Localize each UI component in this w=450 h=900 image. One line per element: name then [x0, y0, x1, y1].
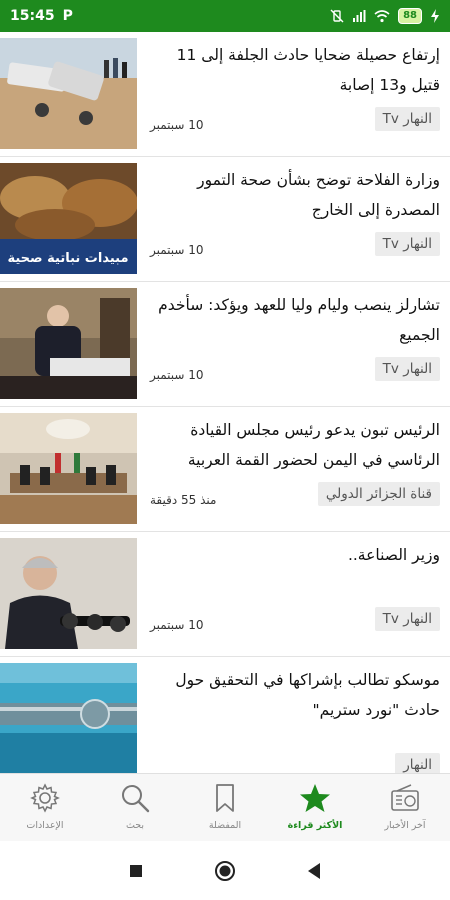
news-item[interactable]: مبيدات نباتية صحية وزارة الفلاحة توضح بش… — [0, 157, 450, 282]
news-date: منذ 55 دقيقة — [150, 493, 217, 507]
wifi-icon — [374, 10, 390, 23]
news-source-badge[interactable]: النهار — [395, 753, 440, 773]
star-icon — [300, 784, 330, 812]
nav-latest-news[interactable]: آخر الأخبار — [360, 774, 450, 841]
vibrate-icon — [330, 9, 344, 23]
news-headline[interactable]: إرتفاع حصيلة ضحايا حادث الجلفة إلى 11 قت… — [148, 40, 440, 100]
radio-icon — [391, 784, 419, 811]
recents-icon[interactable] — [128, 863, 144, 879]
news-feed[interactable]: إرتفاع حصيلة ضحايا حادث الجلفة إلى 11 قت… — [0, 32, 450, 773]
news-item[interactable]: تشارلز ينصب وليام وليا للعهد ويؤكد: سأخد… — [0, 282, 450, 407]
news-thumbnail — [0, 38, 137, 149]
news-headline[interactable]: موسكو تطالب بإشراكها في التحقيق حول حادث… — [148, 665, 440, 725]
status-icons: 88 — [330, 8, 440, 24]
nav-favorites[interactable]: المفضلة — [180, 774, 270, 841]
nav-search-label: بحث — [125, 820, 145, 831]
gear-icon — [30, 783, 60, 813]
news-headline[interactable]: وزارة الفلاحة توضح بشأن صحة التمور المصد… — [148, 165, 440, 225]
news-item[interactable]: موسكو تطالب بإشراكها في التحقيق حول حادث… — [0, 657, 450, 773]
news-source-badge[interactable]: النهار Tv — [374, 607, 440, 631]
news-thumbnail — [0, 413, 137, 524]
news-headline[interactable]: الرئيس تبون يدعو رئيس مجلس القيادة الرئا… — [148, 415, 440, 475]
news-item[interactable]: وزير الصناعة.. النهار Tv 10 سبتمبر — [0, 532, 450, 657]
news-source-badge[interactable]: النهار Tv — [374, 107, 440, 131]
news-item[interactable]: إرتفاع حصيلة ضحايا حادث الجلفة إلى 11 قت… — [0, 32, 450, 157]
news-source-badge[interactable]: النهار Tv — [374, 232, 440, 256]
battery-icon: 88 — [398, 8, 422, 24]
news-date: 10 سبتمبر — [150, 368, 204, 382]
nav-favorites-label: المفضلة — [208, 820, 242, 831]
news-thumbnail: مبيدات نباتية صحية — [0, 163, 137, 274]
home-icon[interactable] — [214, 860, 236, 882]
news-thumbnail — [0, 288, 137, 399]
bottom-navigation: الإعدادات بحث المفضلة الأكثر قراءة آخر ا… — [0, 773, 450, 841]
news-item[interactable]: الرئيس تبون يدعو رئيس مجلس القيادة الرئا… — [0, 407, 450, 532]
nav-most-read[interactable]: الأكثر قراءة — [270, 774, 360, 841]
charging-icon — [431, 9, 439, 23]
nav-most-read-label: الأكثر قراءة — [287, 820, 343, 831]
nav-settings[interactable]: الإعدادات — [0, 774, 90, 841]
news-date: 10 سبتمبر — [150, 243, 204, 257]
status-bar: 15:45 P 88 — [0, 0, 450, 32]
news-source-badge[interactable]: قناة الجزائر الدولي — [317, 482, 440, 506]
nav-latest-news-label: آخر الأخبار — [384, 820, 426, 831]
search-icon — [122, 785, 150, 813]
news-source-badge[interactable]: النهار Tv — [374, 357, 440, 381]
system-navigation-bar — [0, 841, 450, 900]
carrier-icon: P — [62, 8, 73, 24]
status-time: 15:45 — [10, 8, 55, 24]
nav-search[interactable]: بحث — [90, 774, 180, 841]
news-date: 10 سبتمبر — [150, 618, 204, 632]
bookmark-icon — [216, 784, 234, 812]
back-icon[interactable] — [306, 862, 322, 880]
news-thumbnail — [0, 538, 137, 649]
news-headline[interactable]: تشارلز ينصب وليام وليا للعهد ويؤكد: سأخد… — [148, 290, 440, 350]
signal-icon — [353, 10, 366, 22]
news-thumbnail — [0, 663, 137, 773]
nav-settings-label: الإعدادات — [26, 820, 64, 831]
news-date: 10 سبتمبر — [150, 118, 204, 132]
thumbnail-caption: مبيدات نباتية صحية — [7, 251, 128, 266]
news-headline[interactable]: وزير الصناعة.. — [148, 540, 440, 570]
